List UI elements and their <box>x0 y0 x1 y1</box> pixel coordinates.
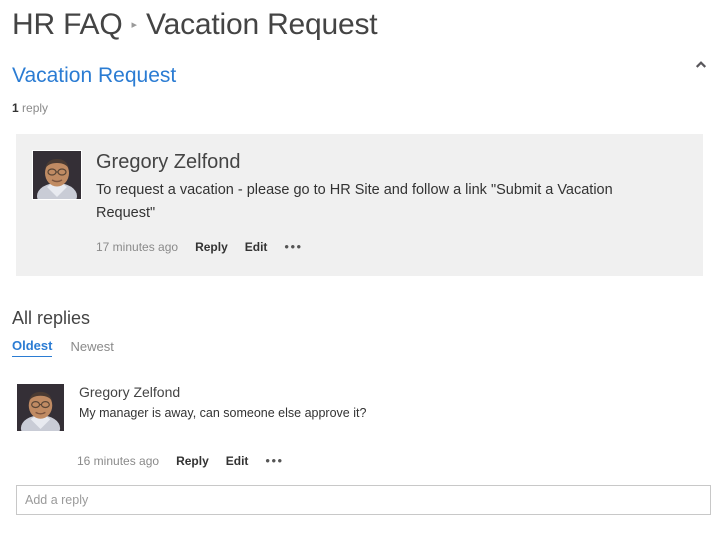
reply-reply-button[interactable]: Reply <box>176 454 209 468</box>
reply-count-number: 1 <box>12 101 19 115</box>
avatar[interactable] <box>16 383 65 432</box>
reply-meta-row: 16 minutes ago Reply Edit ••• <box>77 454 727 468</box>
avatar[interactable] <box>32 150 82 200</box>
chevron-up-icon[interactable] <box>693 56 709 72</box>
reply-author-link[interactable]: Gregory Zelfond <box>79 383 703 402</box>
reply-timestamp: 16 minutes ago <box>77 454 160 468</box>
breadcrumb-current-page: Vacation Request <box>146 8 378 41</box>
main-post: Gregory Zelfond To request a vacation - … <box>16 134 703 276</box>
breadcrumb: HR FAQ ▸ Vacation Request <box>0 0 727 48</box>
breadcrumb-parent-link[interactable]: HR FAQ <box>12 6 123 44</box>
post-author-link[interactable]: Gregory Zelfond <box>96 150 687 175</box>
sort-tab-newest[interactable]: Newest <box>70 339 113 357</box>
thread-title-link[interactable]: Vacation Request <box>12 62 715 90</box>
all-replies-heading: All replies <box>12 308 91 328</box>
add-reply-container <box>16 485 711 515</box>
reply-edit-button[interactable]: Edit <box>226 454 249 468</box>
sort-tabs: Oldest Newest <box>12 338 727 357</box>
sort-tab-oldest[interactable]: Oldest <box>12 338 53 357</box>
post-timestamp: 17 minutes ago <box>96 240 179 254</box>
post-edit-button[interactable]: Edit <box>245 240 268 254</box>
add-reply-input[interactable] <box>16 485 711 515</box>
breadcrumb-separator-icon: ▸ <box>131 19 138 31</box>
list-item: Gregory Zelfond My manager is away, can … <box>16 383 703 432</box>
reply-count: 1 reply <box>12 101 715 115</box>
post-text: To request a vacation - please go to HR … <box>96 182 613 221</box>
reply-more-options-icon[interactable]: ••• <box>265 454 283 467</box>
reply-count-label: reply <box>18 101 49 115</box>
post-reply-button[interactable]: Reply <box>195 240 228 254</box>
post-meta-row: 17 minutes ago Reply Edit ••• <box>96 240 687 254</box>
thread-header: Vacation Request 1 reply <box>0 48 727 115</box>
reply-text: My manager is away, can someone else app… <box>79 406 367 420</box>
main-post-body: Gregory Zelfond To request a vacation - … <box>96 150 703 254</box>
post-more-options-icon[interactable]: ••• <box>284 240 302 253</box>
reply-body: Gregory Zelfond My manager is away, can … <box>79 383 703 432</box>
